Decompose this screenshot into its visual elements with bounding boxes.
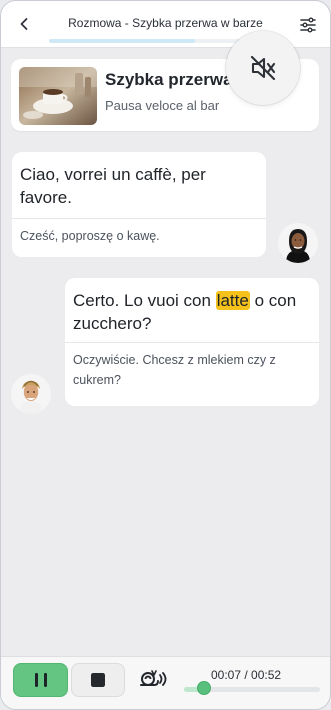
stop-button[interactable]	[71, 663, 125, 697]
back-button[interactable]	[13, 13, 35, 35]
playback-scrubber-knob[interactable]	[197, 681, 212, 695]
pause-icon	[34, 673, 47, 687]
playback-time: 00:07 / 00:52	[211, 668, 282, 682]
message-translation: Cześć, poproszę o kawę.	[20, 229, 160, 243]
conversation-progress-fill	[49, 39, 196, 43]
avatar-partner	[11, 374, 51, 414]
pause-button[interactable]	[13, 663, 68, 697]
sliders-icon	[300, 17, 316, 33]
audio-controls: 00:07 / 00:52	[1, 656, 330, 709]
message-divider	[12, 218, 266, 219]
message-translation: Oczywiście. Chcesz z mlekiem czy z cukre…	[73, 353, 276, 387]
stop-icon	[91, 673, 105, 687]
message-bubble-partner[interactable]: Certo. Lo vuoi con latte o con zucchero?…	[65, 278, 319, 406]
scene-subtitle: Pausa veloce al bar	[105, 98, 220, 113]
message-text: Ciao, vorrei un caffè, per favore.	[20, 165, 206, 207]
settings-button[interactable]	[298, 15, 318, 35]
coffee-scene-image	[19, 67, 97, 125]
message-text-prefix: Certo. Lo vuoi con	[73, 291, 216, 310]
scene-thumbnail	[19, 67, 97, 125]
mute-toggle-button[interactable]	[226, 31, 300, 105]
snail-icon	[140, 670, 167, 686]
message-bubble-user[interactable]: Ciao, vorrei un caffè, per favore. Cześć…	[12, 152, 266, 257]
app-frame: Rozmowa - Szybka przerwa w barze Szybka …	[0, 0, 331, 710]
chevron-left-icon	[20, 18, 28, 30]
slow-speed-button[interactable]	[138, 666, 168, 692]
message-divider	[65, 342, 319, 343]
message-text: Certo. Lo vuoi con latte o con zucchero?	[73, 290, 311, 336]
avatar-user	[278, 223, 318, 263]
speaker-muted-icon	[250, 55, 276, 81]
highlighted-word[interactable]: latte	[215, 291, 250, 310]
page-title: Rozmowa - Szybka przerwa w barze	[68, 16, 263, 30]
